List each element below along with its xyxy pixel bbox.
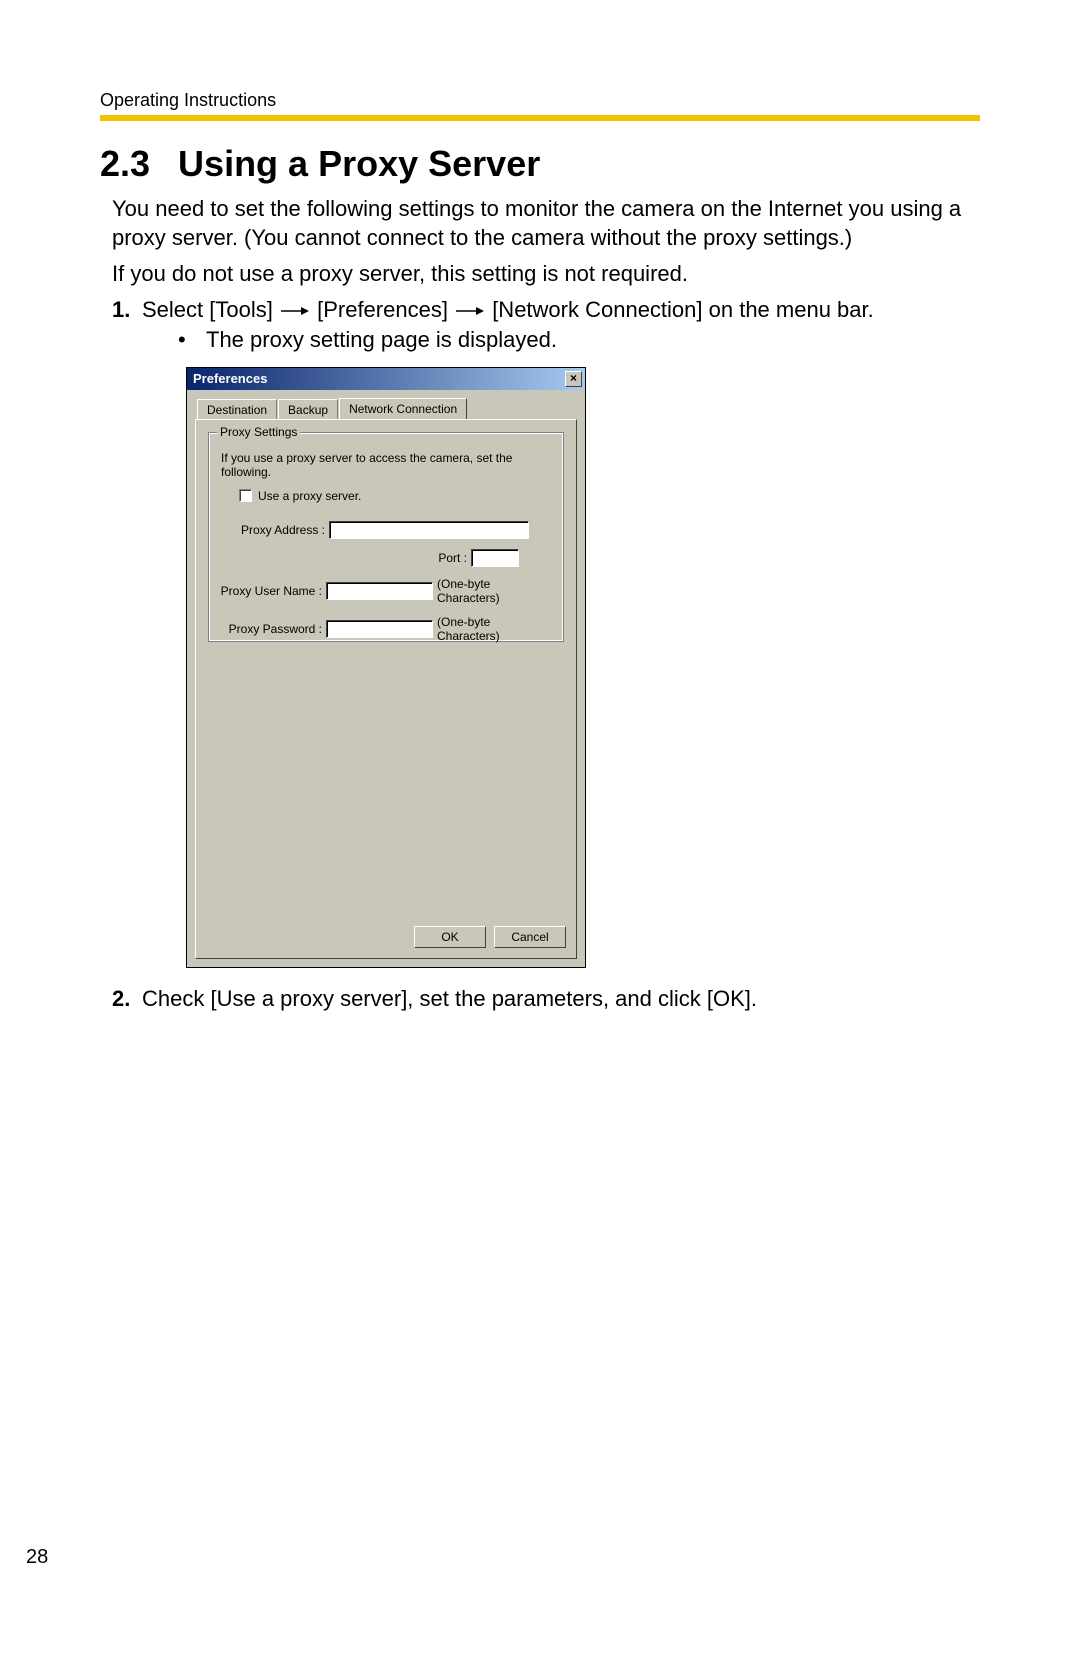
preferences-dialog: Preferences × Destination Backup Network… [186,367,586,968]
tab-network-connection[interactable]: Network Connection [339,398,467,419]
dialog-button-row: OK Cancel [414,926,566,948]
step-1-seg-a: Select [Tools] [142,297,273,322]
proxy-password-row: Proxy Password : (One-byte Characters) [219,615,553,643]
use-proxy-row: Use a proxy server. [239,489,553,503]
intro-paragraph-1: You need to set the following settings t… [112,195,980,252]
dialog-titlebar: Preferences × [187,368,585,390]
step-1-text: Select [Tools] [Preferences] [Network Co… [142,297,980,323]
arrow-icon [281,305,309,317]
step-1-bullet-text: The proxy setting page is displayed. [206,327,557,353]
tab-panel-network: Proxy Settings If you use a proxy server… [195,419,577,959]
proxy-settings-legend: Proxy Settings [217,425,300,439]
proxy-address-row: Proxy Address : [219,521,553,539]
port-input[interactable] [471,549,519,567]
running-head: Operating Instructions [100,90,980,111]
bullet-icon: • [178,327,206,353]
page-number: 28 [26,1546,48,1569]
proxy-password-input[interactable] [326,620,433,638]
section-number: 2.3 [100,143,150,185]
step-1: 1. Select [Tools] [Preferences] [Network… [112,297,980,323]
use-proxy-label: Use a proxy server. [258,489,361,503]
proxy-user-row: Proxy User Name : (One-byte Characters) [219,577,553,605]
proxy-user-input[interactable] [326,582,433,600]
section-heading: 2.3 Using a Proxy Server [100,143,980,185]
port-row: Port : [219,549,553,567]
step-2: 2. Check [Use a proxy server], set the p… [112,986,980,1012]
proxy-instruction: If you use a proxy server to access the … [221,451,553,479]
step-1-seg-c: [Network Connection] on the menu bar. [492,297,874,322]
port-label: Port : [438,551,471,565]
dialog-tabs: Destination Backup Network Connection [197,398,577,419]
proxy-address-label: Proxy Address : [219,523,329,537]
dialog-figure: Preferences × Destination Backup Network… [186,367,980,968]
step-2-text: Check [Use a proxy server], set the para… [142,986,980,1012]
proxy-password-hint: (One-byte Characters) [437,615,553,643]
proxy-user-hint: (One-byte Characters) [437,577,553,605]
proxy-address-input[interactable] [329,521,529,539]
close-icon[interactable]: × [565,371,582,387]
arrow-icon [456,305,484,317]
step-1-number: 1. [112,297,142,323]
header-rule [100,115,980,121]
manual-page: Operating Instructions 2.3 Using a Proxy … [0,0,1080,1669]
cancel-button[interactable]: Cancel [494,926,566,948]
step-2-number: 2. [112,986,142,1012]
intro-paragraph-2: If you do not use a proxy server, this s… [112,260,980,289]
dialog-body: Destination Backup Network Connection Pr… [187,390,585,967]
proxy-user-label: Proxy User Name : [219,584,326,598]
proxy-settings-group: Proxy Settings If you use a proxy server… [208,432,564,642]
step-1-seg-b: [Preferences] [317,297,448,322]
section-title-text: Using a Proxy Server [178,143,540,184]
tab-backup[interactable]: Backup [278,399,338,420]
proxy-password-label: Proxy Password : [219,622,326,636]
step-1-bullet: • The proxy setting page is displayed. [178,327,980,353]
tab-destination[interactable]: Destination [197,399,277,420]
use-proxy-checkbox[interactable] [239,489,252,502]
ok-button[interactable]: OK [414,926,486,948]
dialog-title: Preferences [193,371,267,386]
